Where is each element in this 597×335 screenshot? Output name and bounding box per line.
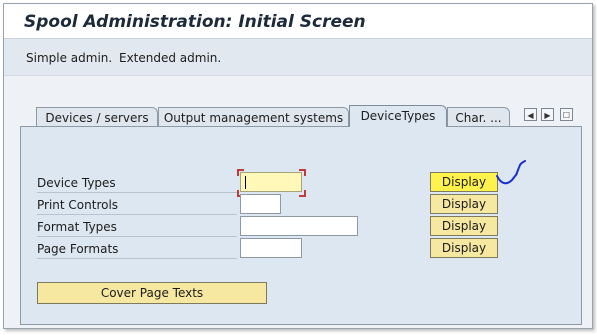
format-types-label: Format Types — [37, 220, 117, 234]
tab-scroll-right-icon[interactable]: ▶ — [541, 108, 554, 121]
tab-strip: Devices / servers Output management syst… — [4, 102, 592, 128]
print-controls-input[interactable] — [240, 194, 281, 214]
print-controls-display-button[interactable]: Display — [430, 194, 498, 214]
tab-scroll-left-icon[interactable]: ◀ — [524, 108, 537, 121]
tab-devices-servers[interactable]: Devices / servers — [36, 107, 158, 127]
row-divider — [37, 214, 237, 215]
page-formats-label: Page Formats — [37, 242, 119, 256]
device-types-display-button[interactable]: Display — [430, 172, 498, 192]
print-controls-label: Print Controls — [37, 198, 119, 212]
row-divider — [37, 236, 237, 237]
extended-admin-button[interactable]: Extended admin. — [119, 51, 221, 65]
text-cursor — [245, 176, 246, 189]
tab-char[interactable]: Char. ... — [447, 107, 510, 127]
pen-annotation-checkmark — [496, 160, 526, 185]
format-types-display-button[interactable]: Display — [430, 216, 498, 236]
row-divider — [37, 258, 237, 259]
simple-admin-button[interactable]: Simple admin. — [26, 51, 112, 65]
cover-page-texts-button[interactable]: Cover Page Texts — [37, 282, 267, 304]
focus-corner-icon — [299, 190, 306, 197]
device-types-panel: Device Types Display Print Controls Disp… — [20, 126, 582, 325]
row-divider — [37, 192, 237, 193]
focus-corner-icon — [237, 169, 244, 176]
tab-device-types[interactable]: DeviceTypes — [349, 105, 447, 127]
focus-corner-icon — [299, 169, 306, 176]
application-toolbar: Simple admin. Extended admin. — [4, 38, 592, 76]
format-types-input[interactable] — [240, 216, 358, 236]
page-formats-display-button[interactable]: Display — [430, 238, 498, 258]
page-title: Spool Administration: Initial Screen — [24, 12, 366, 32]
title-bar: Spool Administration: Initial Screen — [4, 4, 592, 38]
device-types-input[interactable] — [240, 172, 302, 192]
device-types-label: Device Types — [37, 176, 116, 190]
tab-list-icon[interactable]: ☐ — [560, 108, 573, 121]
tab-output-management-systems[interactable]: Output management systems — [158, 107, 349, 127]
page-formats-input[interactable] — [240, 238, 302, 258]
